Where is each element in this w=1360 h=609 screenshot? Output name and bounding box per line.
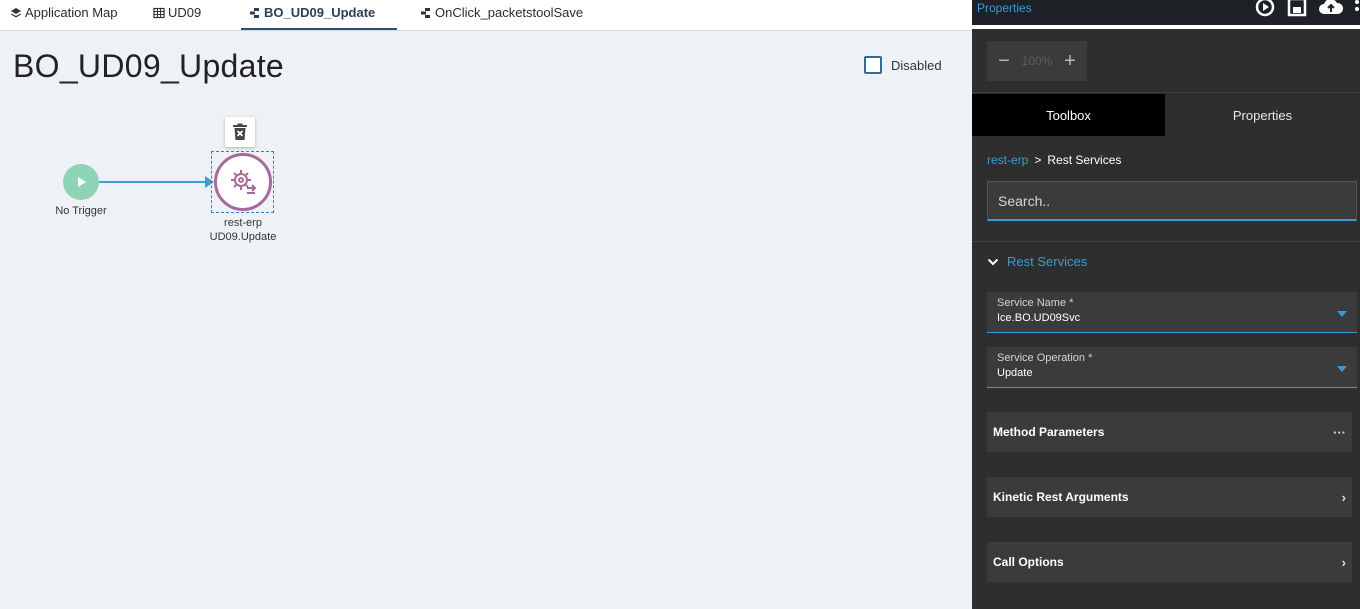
field-value: Ice.BO.UD09Svc [997, 312, 1081, 324]
panel-top-title[interactable]: Properties [977, 1, 1032, 15]
zoom-in-button[interactable]: + [1057, 48, 1083, 74]
save-icon[interactable] [1286, 0, 1308, 18]
trigger-label: No Trigger [55, 205, 107, 217]
caret-down-icon [1337, 311, 1347, 317]
tab-label: Application Map [25, 5, 118, 20]
workflow-canvas[interactable]: BO_UD09_Update Disabled No Trigger rest-… [0, 31, 972, 609]
chevron-right-icon: › [1341, 489, 1346, 505]
tab-toolbox[interactable]: Toolbox [972, 94, 1165, 136]
properties-panel: Properties − 100% + Toolbox Properties r… [972, 0, 1360, 609]
tab-onclick-packetstoolsave[interactable]: OnClick_packetstoolSave [420, 0, 583, 30]
page-title: BO_UD09_Update [13, 48, 285, 84]
gear-sync-icon [231, 170, 257, 194]
disabled-toggle[interactable]: Disabled [864, 56, 942, 74]
tab-ud09[interactable]: UD09 [153, 0, 201, 30]
panel-top-icons [1254, 0, 1360, 18]
chevron-down-icon [987, 258, 999, 265]
grid-icon [153, 7, 165, 19]
zoom-out-button[interactable]: − [991, 48, 1017, 74]
field-label: Service Operation * [997, 352, 1093, 364]
group-label: Method Parameters [993, 425, 1105, 439]
panel-topbar: Properties [972, 0, 1360, 25]
breadcrumb-separator: > [1034, 153, 1042, 167]
more-horizontal-icon[interactable]: ··· [1333, 425, 1346, 440]
service-operation-select[interactable]: Service Operation * Update [987, 347, 1357, 388]
tab-application-map[interactable]: Application Map [10, 0, 118, 30]
more-vertical-icon[interactable] [1354, 0, 1360, 18]
tab-properties[interactable]: Properties [1165, 94, 1360, 136]
section-rest-services[interactable]: Rest Services [987, 254, 1087, 269]
disabled-label: Disabled [891, 57, 942, 73]
group-label: Call Options [993, 555, 1064, 569]
disabled-checkbox[interactable] [864, 56, 882, 74]
trigger-node[interactable] [63, 164, 99, 200]
tab-label: BO_UD09_Update [264, 5, 376, 20]
call-options-group[interactable]: Call Options › [987, 542, 1352, 582]
topbar-divider [972, 25, 1360, 29]
breadcrumb: rest-erp > Rest Services [987, 153, 1121, 167]
section-title: Rest Services [1007, 254, 1088, 269]
tab-bar: Application Map UD09 BO_UD09_Update OnCl… [0, 0, 972, 31]
layers-icon [10, 7, 22, 19]
tab-label: UD09 [168, 5, 202, 20]
service-name-select[interactable]: Service Name * Ice.BO.UD09Svc [987, 292, 1357, 333]
zoom-control: − 100% + [987, 41, 1087, 81]
method-parameters-group[interactable]: Method Parameters ··· [987, 412, 1352, 452]
delete-node-button[interactable] [225, 117, 255, 147]
run-icon[interactable] [1254, 0, 1276, 18]
kinetic-rest-arguments-group[interactable]: Kinetic Rest Arguments › [987, 477, 1352, 517]
rest-service-node[interactable] [214, 153, 272, 211]
search-input[interactable] [987, 181, 1357, 221]
breadcrumb-current: Rest Services [1047, 153, 1122, 167]
play-icon [78, 177, 86, 187]
trash-icon [233, 123, 247, 140]
field-value: Update [997, 367, 1033, 379]
zoom-level: 100% [1021, 54, 1053, 68]
field-label: Service Name * [997, 297, 1074, 309]
breadcrumb-link-rest-erp[interactable]: rest-erp [987, 153, 1028, 167]
cloud-upload-icon[interactable] [1318, 0, 1344, 18]
node-label-line1: rest-erp [224, 217, 262, 229]
group-label: Kinetic Rest Arguments [993, 490, 1129, 504]
divider [972, 92, 1360, 93]
chevron-right-icon: › [1341, 554, 1346, 570]
caret-down-icon [1337, 366, 1347, 372]
connector-line [99, 181, 207, 183]
divider [972, 241, 1360, 242]
node-label: rest-erp UD09.Update [198, 216, 288, 244]
tab-bo-ud09-update[interactable]: BO_UD09_Update [240, 0, 398, 30]
workflow-icon [420, 7, 432, 19]
node-label-line2: UD09.Update [209, 231, 277, 243]
tab-label: OnClick_packetstoolSave [435, 5, 584, 20]
workflow-icon [249, 7, 261, 19]
